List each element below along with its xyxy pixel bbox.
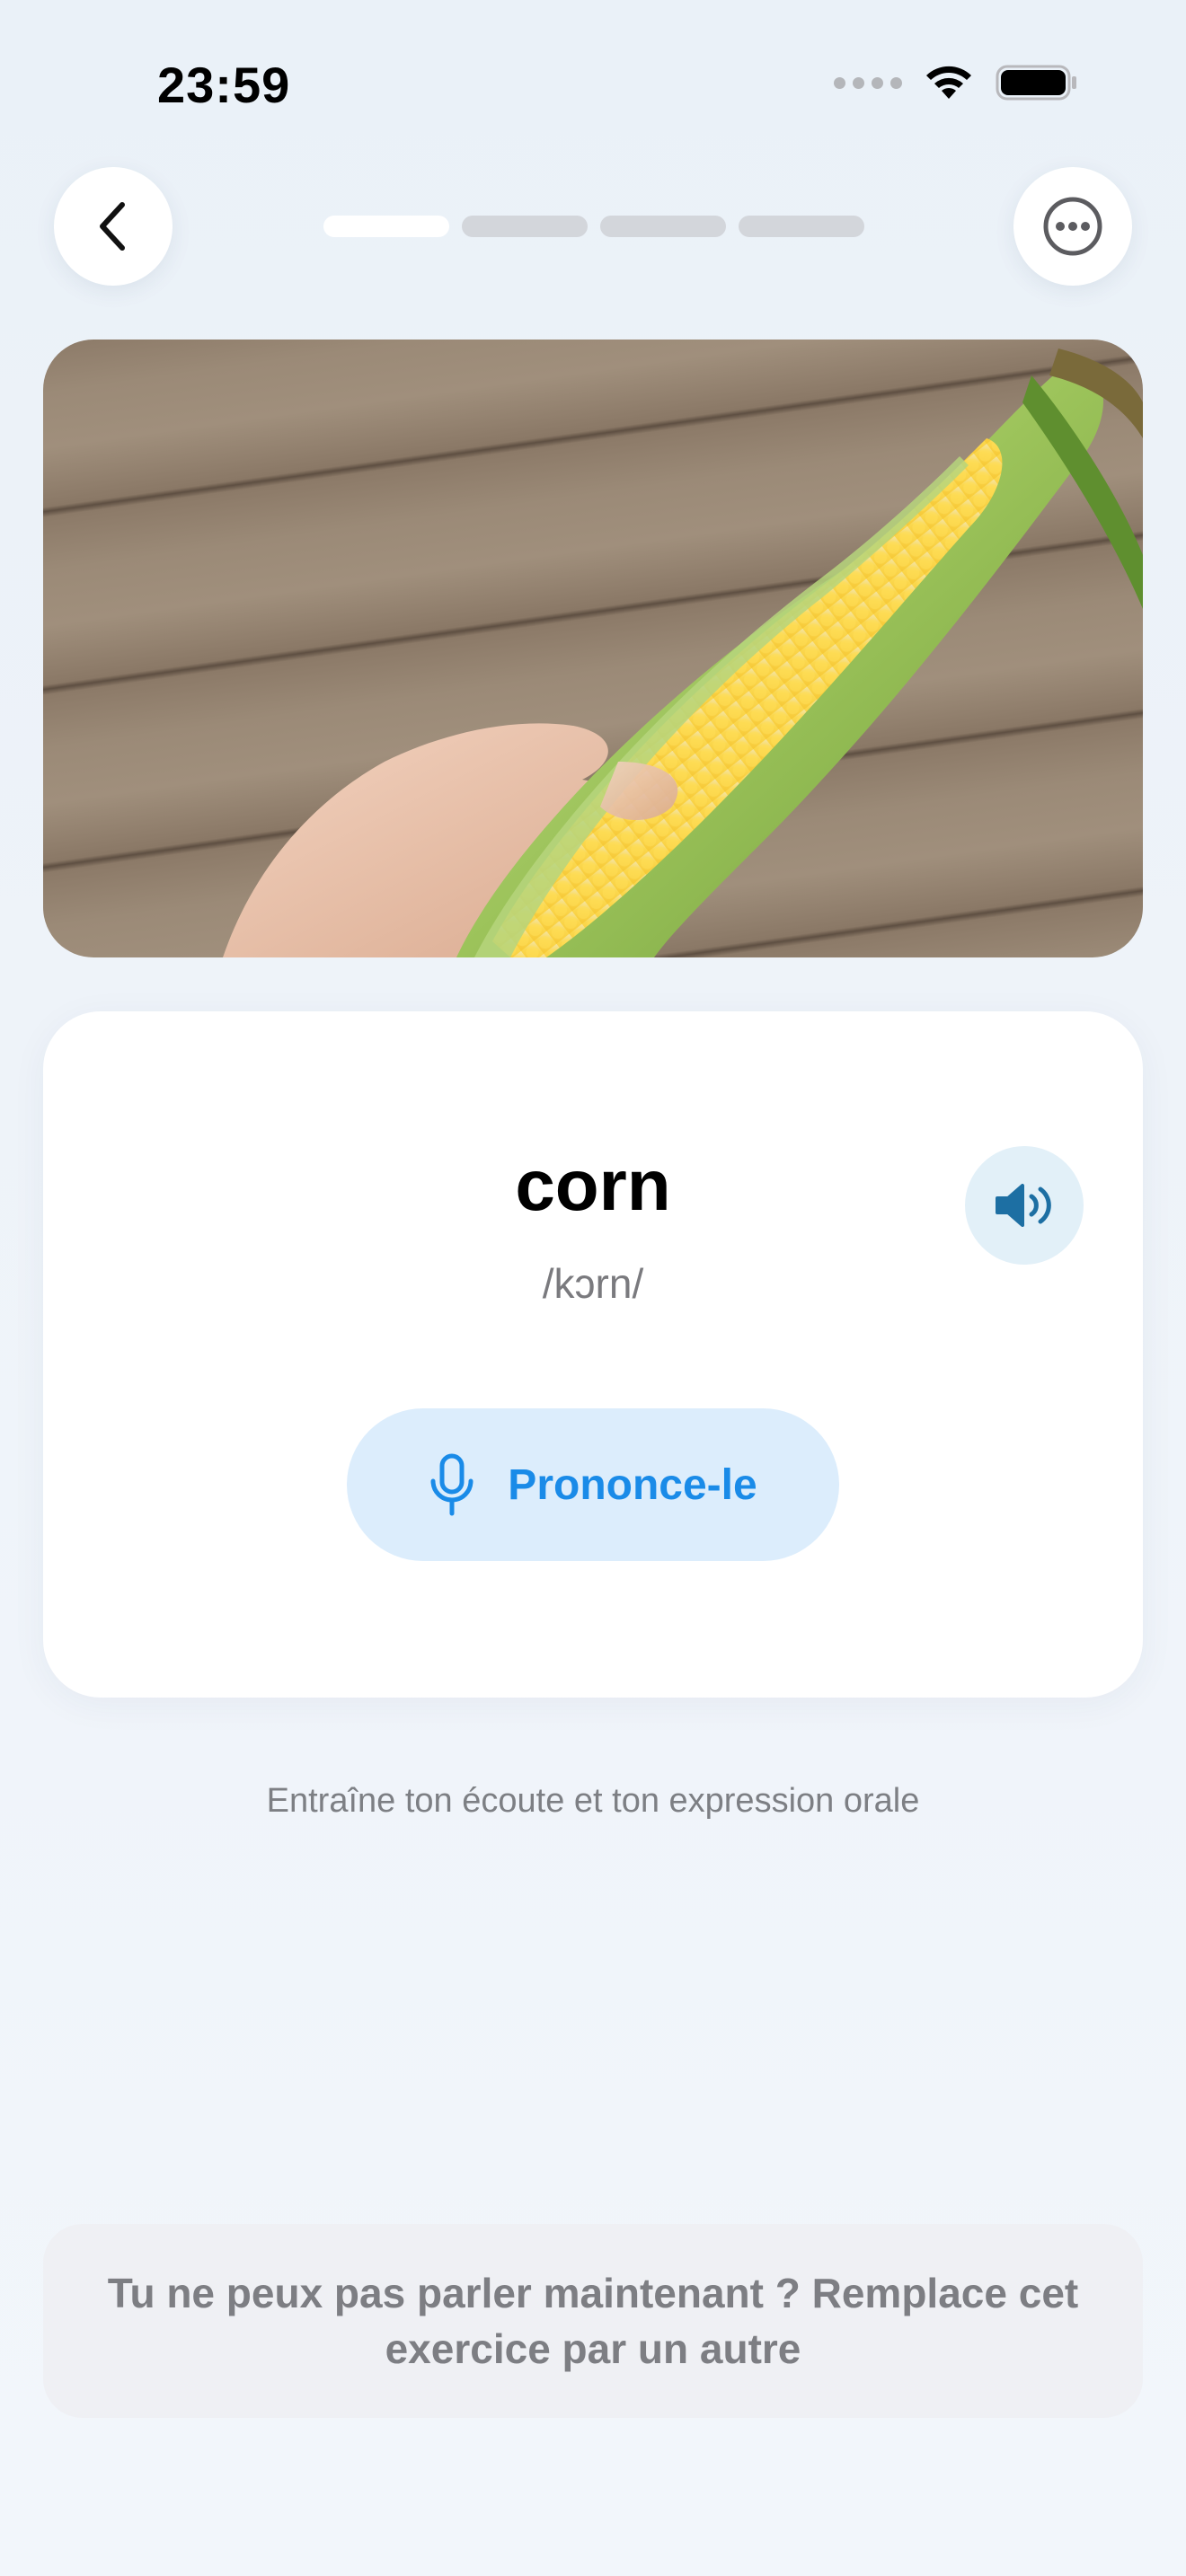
play-audio-button[interactable] (965, 1146, 1084, 1265)
progress-segment (600, 216, 726, 237)
progress-segment (739, 216, 864, 237)
battery-icon (996, 65, 1076, 101)
swap-exercise-button[interactable]: Tu ne peux pas parler maintenant ? Rempl… (43, 2224, 1143, 2418)
wifi-icon (926, 66, 971, 99)
pronounce-button-label: Prononce-le (508, 1460, 757, 1509)
word-card: corn /kɔrn/ Prononce-le (43, 1011, 1143, 1698)
back-button[interactable] (54, 167, 173, 286)
corn-illustration (223, 348, 1143, 957)
microphone-icon (430, 1453, 474, 1516)
pronounce-button[interactable]: Prononce-le (347, 1408, 839, 1561)
progress-segment (462, 216, 588, 237)
speaker-icon (996, 1184, 1051, 1227)
exercise-hint: Entraîne ton écoute et ton expression or… (266, 1782, 920, 1820)
swap-exercise-label: Tu ne peux pas parler maintenant ? Rempl… (107, 2270, 1079, 2372)
progress-segment (323, 216, 449, 237)
phonetic-transcription: /kɔrn/ (542, 1260, 644, 1307)
more-options-button[interactable] (1013, 167, 1132, 286)
chevron-left-icon (100, 202, 125, 251)
word-illustration-photo (43, 340, 1143, 957)
cellular-signal-icon (834, 76, 902, 89)
ellipsis-circle-icon (1043, 197, 1102, 256)
status-icons (834, 63, 1078, 102)
status-time: 23:59 (157, 57, 291, 113)
lesson-progress (323, 216, 864, 237)
